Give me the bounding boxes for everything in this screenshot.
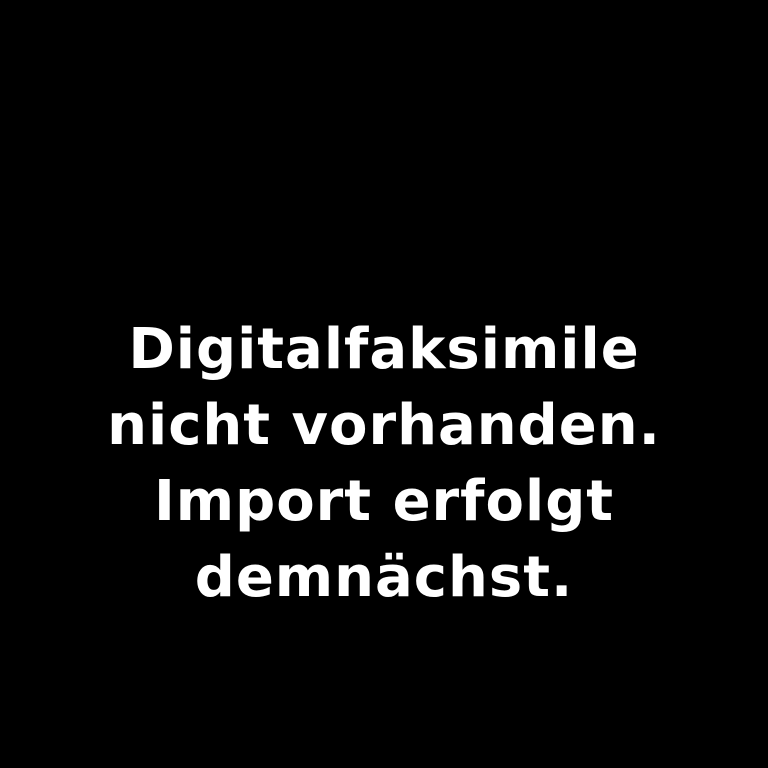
message-line-3: Import erfolgt: [153, 469, 615, 534]
message-line-1: Digitalfaksimile: [128, 317, 640, 382]
message-line-2: nicht vorhanden.: [107, 393, 661, 458]
placeholder-message: Digitalfaksimile nicht vorhanden. Import…: [0, 312, 768, 616]
placeholder-image: Digitalfaksimile nicht vorhanden. Import…: [0, 0, 768, 768]
message-line-4: demnächst.: [194, 545, 574, 610]
